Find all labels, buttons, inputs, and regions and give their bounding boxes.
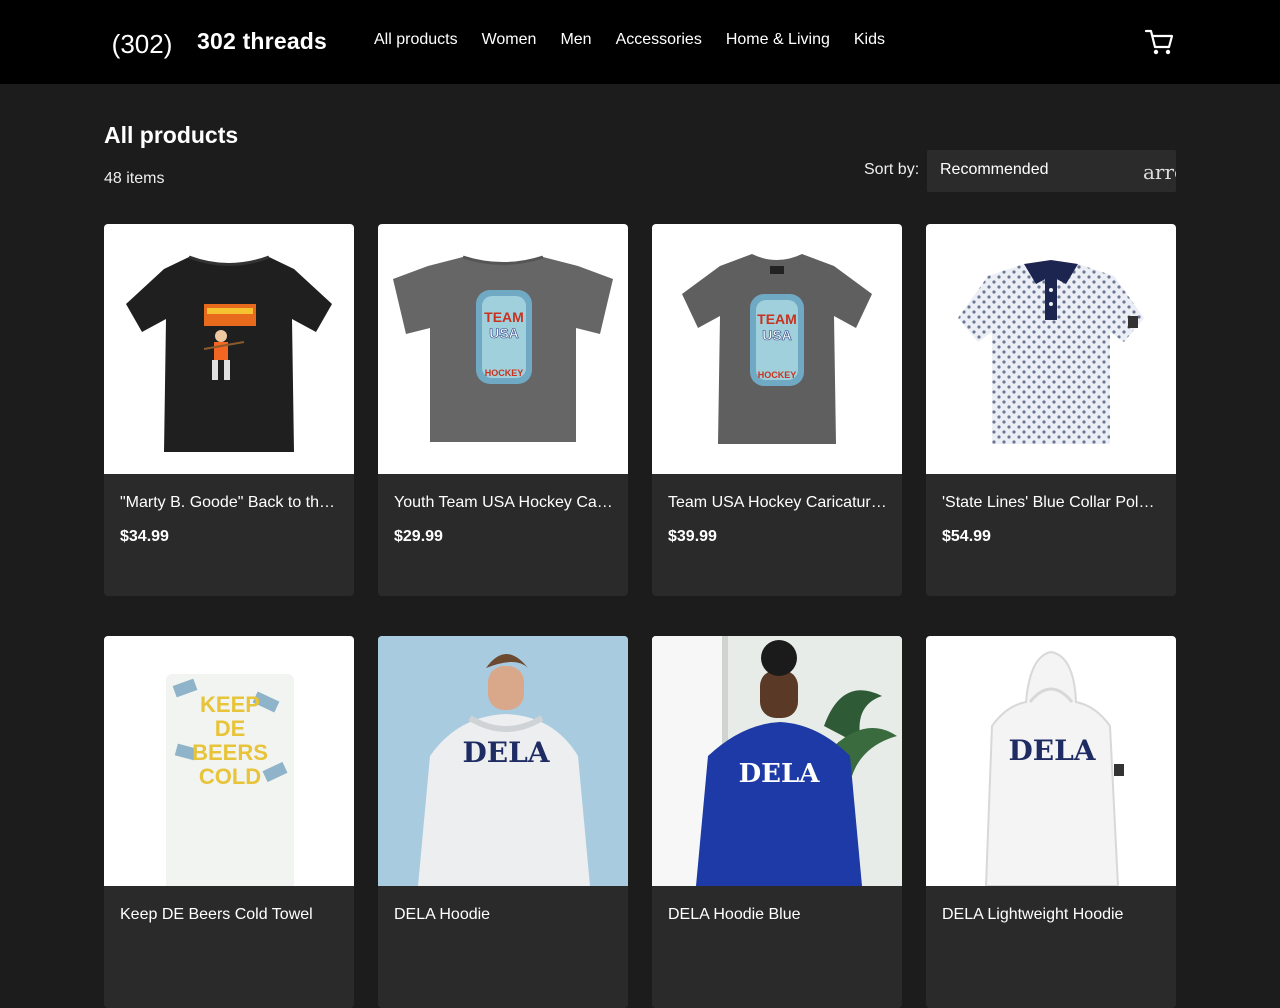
art-text-hockey: HOCKEY <box>758 370 797 380</box>
product-price: $54.99 <box>942 528 991 545</box>
cart-icon[interactable] <box>1144 27 1174 57</box>
product-name: "Marty B. Goode" Back to the Future Paro… <box>120 494 340 511</box>
art-text-hockey: HOCKEY <box>485 368 524 378</box>
product-name: Keep DE Beers Cold Towel <box>120 906 313 923</box>
model-hoodie-image-icon: DELA <box>378 636 628 886</box>
tshirt-image-icon <box>126 255 332 452</box>
logo-text: (302) <box>113 29 171 59</box>
towel-image-icon: KEEP DE BEERS COLD <box>166 674 294 886</box>
product-image: DELA <box>652 636 902 886</box>
sort-label: Sort by: <box>864 161 920 178</box>
art-text-dela: DELA <box>739 759 821 789</box>
product-name: DELA Lightweight Hoodie <box>942 906 1124 923</box>
nav-kids[interactable]: Kids <box>854 31 885 49</box>
product-image: TEAM USA HOCKEY <box>652 224 902 474</box>
product-card[interactable]: DELA DELA Hoodie Blue <box>652 636 902 1008</box>
art-text-keep: KEEP <box>200 692 260 717</box>
product-name: 'State Lines' Blue Collar Polo Shirt <box>942 494 1162 511</box>
brand-name[interactable]: 302 threads <box>197 28 327 55</box>
product-card[interactable]: TEAM USA HOCKEY Youth Team USA Hockey Ca… <box>378 224 628 596</box>
nav-accessories[interactable]: Accessories <box>616 31 702 49</box>
art-text-dela: DELA <box>462 736 550 769</box>
art-text-beers: BEERS <box>192 740 268 765</box>
product-card[interactable]: DELA DELA Hoodie <box>378 636 628 1008</box>
nav-men[interactable]: Men <box>560 31 591 49</box>
product-image: KEEP DE BEERS COLD <box>104 636 354 886</box>
sort-select[interactable]: Recommended arrow <box>927 150 1176 192</box>
sort-selected-value: Recommended <box>940 161 1049 178</box>
brand-logo-icon[interactable]: (302) <box>113 24 171 64</box>
item-count: 48 items <box>104 170 165 187</box>
product-card[interactable]: "Marty B. Goode" Back to the Future Paro… <box>104 224 354 596</box>
product-image <box>104 224 354 474</box>
top-navigation-bar: (302) 302 threads All products Women Men… <box>0 0 1280 84</box>
product-name: DELA Hoodie <box>394 906 491 923</box>
art-text-de: DE <box>215 716 246 741</box>
nav-women[interactable]: Women <box>482 31 537 49</box>
art-text-team: TEAM <box>757 311 797 327</box>
nav-all-products[interactable]: All products <box>374 31 458 49</box>
main-nav: All products Women Men Accessories Home … <box>374 31 885 49</box>
product-name: Team USA Hockey Caricature Tee <box>668 494 888 511</box>
product-image: DELA <box>378 636 628 886</box>
nav-home-living[interactable]: Home & Living <box>726 31 830 49</box>
art-text-usa: USA <box>489 325 519 341</box>
page-title: All products <box>104 122 239 148</box>
product-name: Youth Team USA Hockey Caricature Tee <box>394 494 614 511</box>
art-text-dela: DELA <box>1008 734 1096 767</box>
product-image <box>926 224 1176 474</box>
product-card[interactable]: DELA DELA Lightweight Hoodie <box>926 636 1176 1008</box>
product-price: $29.99 <box>394 528 443 545</box>
tshirt-image-icon: TEAM USA HOCKEY <box>682 254 872 444</box>
white-hoodie-image-icon: DELA <box>984 650 1124 886</box>
art-text-usa: USA <box>762 327 792 343</box>
product-image: TEAM USA HOCKEY <box>378 224 628 474</box>
art-text-team: TEAM <box>484 309 524 325</box>
product-price: $39.99 <box>668 528 717 545</box>
product-card[interactable]: TEAM USA HOCKEY Team USA Hockey Caricatu… <box>652 224 902 596</box>
art-text-cold: COLD <box>199 764 261 789</box>
polo-shirt-image-icon <box>958 260 1144 444</box>
product-name: DELA Hoodie Blue <box>668 906 801 923</box>
product-image: DELA <box>926 636 1176 886</box>
product-price: $34.99 <box>120 528 169 545</box>
sort-arrow-icon: arrow <box>1143 160 1176 184</box>
product-card[interactable]: 'State Lines' Blue Collar Polo Shirt $54… <box>926 224 1176 596</box>
tshirt-image-icon: TEAM USA HOCKEY <box>393 255 613 442</box>
model-blue-hoodie-image-icon: DELA <box>652 636 902 886</box>
product-card[interactable]: KEEP DE BEERS COLD Keep DE Beers Cold To… <box>104 636 354 1008</box>
